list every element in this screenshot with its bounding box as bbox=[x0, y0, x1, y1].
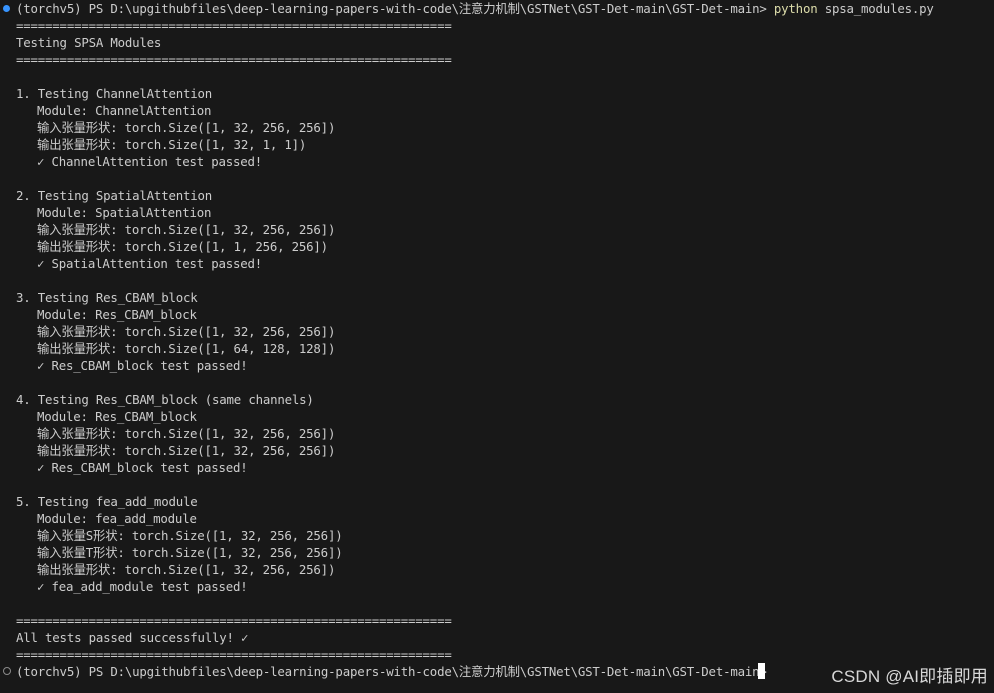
command-python: python bbox=[773, 1, 818, 16]
test-title: 5. Testing fea_add_module bbox=[16, 494, 198, 509]
test-output-line: 输入张量形状: torch.Size([1, 32, 256, 256]) bbox=[37, 426, 336, 441]
terminal-cursor bbox=[758, 663, 765, 679]
test-result: ✓ SpatialAttention test passed! bbox=[37, 256, 263, 271]
test-output-line: 输出张量形状: torch.Size([1, 1, 256, 256]) bbox=[37, 239, 328, 254]
separator-line: ========================================… bbox=[16, 52, 452, 67]
test-output-line: 输入张量形状: torch.Size([1, 32, 256, 256]) bbox=[37, 120, 336, 135]
terminal-panel[interactable]: (torchv5) PS D:\upgithubfiles\deep-learn… bbox=[0, 0, 994, 693]
footer-message: All tests passed successfully! ✓ bbox=[16, 630, 249, 645]
separator-line: ========================================… bbox=[16, 613, 452, 628]
test-result: ✓ fea_add_module test passed! bbox=[37, 579, 248, 594]
test-result: ✓ Res_CBAM_block test passed! bbox=[37, 358, 248, 373]
test-output-line: 输出张量形状: torch.Size([1, 32, 256, 256]) bbox=[37, 443, 336, 458]
test-result: ✓ ChannelAttention test passed! bbox=[37, 154, 263, 169]
separator-line: ========================================… bbox=[16, 647, 452, 662]
test-title: 4. Testing Res_CBAM_block (same channels… bbox=[16, 392, 314, 407]
separator-line: ========================================… bbox=[16, 18, 452, 33]
test-title: 1. Testing ChannelAttention bbox=[16, 86, 213, 101]
prompt-path: (torchv5) PS D:\upgithubfiles\deep-learn… bbox=[16, 664, 774, 679]
test-title: 2. Testing SpatialAttention bbox=[16, 188, 213, 203]
test-module: Module: fea_add_module bbox=[37, 511, 197, 526]
test-title: 3. Testing Res_CBAM_block bbox=[16, 290, 198, 305]
watermark-text: CSDN @AI即插即用 bbox=[831, 667, 988, 686]
test-module: Module: SpatialAttention bbox=[37, 205, 212, 220]
test-module: Module: Res_CBAM_block bbox=[37, 409, 197, 424]
test-output-line: 输入张量形状: torch.Size([1, 32, 256, 256]) bbox=[37, 324, 336, 339]
prompt-line-last: (torchv5) PS D:\upgithubfiles\deep-learn… bbox=[16, 663, 774, 680]
command-argument: spsa_modules.py bbox=[817, 1, 934, 16]
test-output-line: 输入张量S形状: torch.Size([1, 32, 256, 256]) bbox=[37, 528, 343, 543]
command-status-dot-icon[interactable] bbox=[3, 5, 10, 12]
test-output-line: 输出张量形状: torch.Size([1, 32, 1, 1]) bbox=[37, 137, 307, 152]
command-status-dot-icon[interactable] bbox=[3, 667, 11, 675]
prompt-line-first: (torchv5) PS D:\upgithubfiles\deep-learn… bbox=[16, 0, 934, 17]
header-title: Testing SPSA Modules bbox=[16, 35, 162, 50]
test-output-line: 输出张量形状: torch.Size([1, 32, 256, 256]) bbox=[37, 562, 336, 577]
test-output-line: 输出张量形状: torch.Size([1, 64, 128, 128]) bbox=[37, 341, 336, 356]
test-module: Module: ChannelAttention bbox=[37, 103, 212, 118]
prompt-path: (torchv5) PS D:\upgithubfiles\deep-learn… bbox=[16, 1, 774, 16]
test-module: Module: Res_CBAM_block bbox=[37, 307, 197, 322]
test-output-line: 输入张量T形状: torch.Size([1, 32, 256, 256]) bbox=[37, 545, 343, 560]
test-output-line: 输入张量形状: torch.Size([1, 32, 256, 256]) bbox=[37, 222, 336, 237]
test-result: ✓ Res_CBAM_block test passed! bbox=[37, 460, 248, 475]
